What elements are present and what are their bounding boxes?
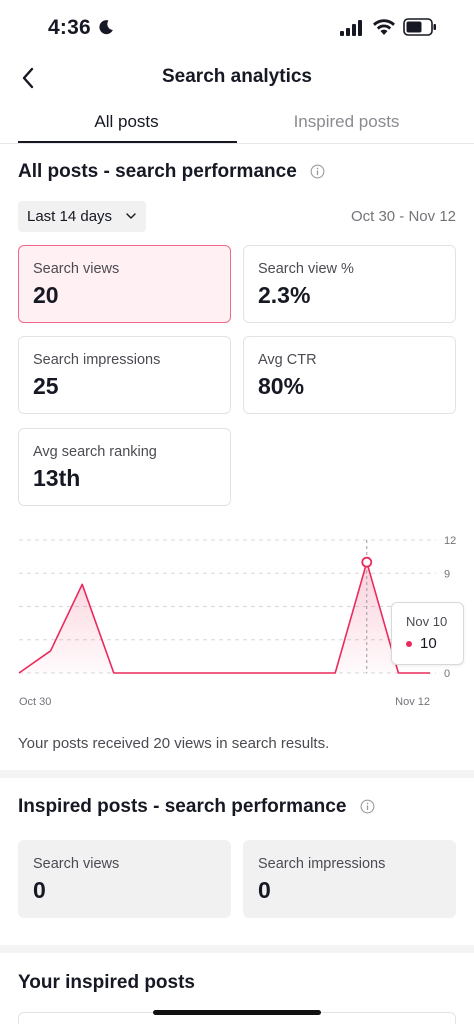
x-tick-label: Nov 12 xyxy=(395,696,430,708)
tooltip-series-dot xyxy=(406,641,412,647)
y-tick-label: 0 xyxy=(444,668,450,680)
metric-card-search-impressions[interactable]: Search impressions 25 xyxy=(18,336,231,414)
chevron-down-icon xyxy=(126,213,136,219)
active-tab-indicator xyxy=(18,141,237,143)
metric-card-inspired-search-views[interactable]: Search views 0 xyxy=(18,840,231,918)
date-range-dropdown-label: Last 14 days xyxy=(27,208,113,225)
series-area xyxy=(19,562,430,673)
metric-value: 80% xyxy=(258,373,305,399)
tooltip-date: Nov 10 xyxy=(406,614,448,629)
page-title: Search analytics xyxy=(162,66,312,87)
your-inspired-posts-title: Your inspired posts xyxy=(18,972,196,993)
metric-label: Avg CTR xyxy=(258,352,317,368)
info-icon[interactable] xyxy=(310,164,325,179)
y-tick-label: 12 xyxy=(444,535,456,547)
status-time: 4:36 xyxy=(48,16,91,39)
metric-value: 25 xyxy=(33,373,59,399)
metric-value: 20 xyxy=(33,282,59,308)
status-bar: 4:36 xyxy=(0,0,474,56)
metric-value: 0 xyxy=(258,877,271,903)
metric-card-avg-ctr[interactable]: Avg CTR 80% xyxy=(243,336,456,414)
metric-label: Avg search ranking xyxy=(33,444,157,460)
metric-label: Search views xyxy=(33,261,120,277)
all-posts-section-title: All posts - search performance xyxy=(18,161,325,183)
metric-value: 13th xyxy=(33,465,81,491)
chart-tooltip: Nov 10 10 xyxy=(391,602,464,665)
home-indicator xyxy=(153,1010,321,1015)
info-icon[interactable] xyxy=(360,799,375,814)
top-navigation: Search analytics xyxy=(0,56,474,100)
metric-label: Search impressions xyxy=(258,856,386,872)
metric-value: 0 xyxy=(33,877,46,903)
date-range-dropdown[interactable]: Last 14 days xyxy=(18,201,146,232)
cellular-signal-icon xyxy=(340,20,362,36)
wifi-icon xyxy=(373,19,395,35)
section-divider xyxy=(0,945,474,953)
x-tick-label: Oct 30 xyxy=(19,696,51,708)
metric-card-avg-search-ranking[interactable]: Avg search ranking 13th xyxy=(18,428,231,506)
date-range-text: Oct 30 - Nov 12 xyxy=(350,208,456,225)
metric-label: Search view % xyxy=(258,261,354,277)
inspired-posts-section-title-text: Inspired posts - search performance xyxy=(18,796,347,817)
metric-card-inspired-search-impressions[interactable]: Search impressions 0 xyxy=(243,840,456,918)
metric-card-search-views[interactable]: Search views 20 xyxy=(18,245,231,323)
y-tick-label: 9 xyxy=(444,568,450,580)
battery-icon xyxy=(403,18,436,36)
metric-card-search-view-percent[interactable]: Search view % 2.3% xyxy=(243,245,456,323)
moon-icon xyxy=(99,20,113,35)
metric-value: 2.3% xyxy=(258,282,311,308)
all-posts-section-title-text: All posts - search performance xyxy=(18,161,297,182)
tab-all-posts[interactable]: All posts xyxy=(8,112,245,132)
inspired-posts-section-title: Inspired posts - search performance xyxy=(18,796,375,818)
chart-summary-text: Your posts received 20 views in search r… xyxy=(18,735,330,752)
metric-label: Search impressions xyxy=(33,352,161,368)
section-divider xyxy=(0,770,474,778)
highlighted-point xyxy=(361,556,373,568)
tab-inspired-posts[interactable]: Inspired posts xyxy=(228,112,465,132)
tab-bar: All posts Inspired posts xyxy=(0,100,474,144)
metric-label: Search views xyxy=(33,856,120,872)
tooltip-value: 10 xyxy=(420,635,437,652)
